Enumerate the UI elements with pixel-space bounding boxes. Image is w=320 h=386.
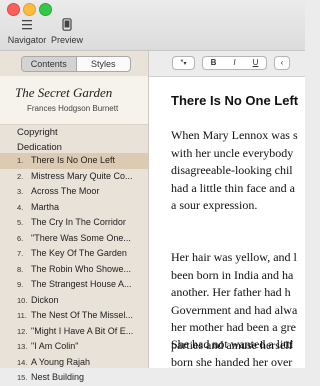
toc-chapter-number: 3. xyxy=(17,187,24,196)
toc-chapter-title: There Is No One Left xyxy=(31,155,116,165)
toc-chapter-item[interactable]: 13. "I Am Colin" xyxy=(0,339,148,355)
paragraph-style-button[interactable]: *▾ xyxy=(172,56,195,70)
toc-chapter-item[interactable]: 12. "Might I Have A Bit Of E... xyxy=(0,324,148,340)
bold-button[interactable]: B xyxy=(202,56,225,70)
toc-chapter-number: 5. xyxy=(17,218,24,227)
toc-chapter-title: Mistress Mary Quite Co... xyxy=(31,170,133,181)
toc-chapter-item[interactable]: 7. The Key Of The Garden xyxy=(0,246,148,262)
toc-chapter-item[interactable]: 6. "There Was Some One... xyxy=(0,231,148,247)
tab-contents[interactable]: Contents xyxy=(22,57,77,71)
format-bar: *▾ B I U ‹ xyxy=(149,51,305,77)
body-text-line: Her hair was yellow, and l xyxy=(171,250,297,264)
toc-chapter-number: 6. xyxy=(17,233,24,243)
navigator-sidebar: Contents Styles The Secret Garden France… xyxy=(0,51,149,382)
toc-chapter-item[interactable]: 10. Dickon xyxy=(0,293,148,309)
toc-chapter-title: A Young Rajah xyxy=(31,356,91,367)
toc-chapter-number: 8. xyxy=(17,264,24,274)
body-text-line: with her uncle everybody xyxy=(171,145,294,160)
toc-chapter-title: Dickon xyxy=(31,294,59,305)
more-formatting-button[interactable]: ‹ xyxy=(274,56,290,70)
zoom-window-button[interactable] xyxy=(39,3,52,16)
body-text-line: disagreeable-looking chil xyxy=(171,163,293,177)
toc-chapter-title: "Might I Have A Bit Of E... xyxy=(31,325,134,336)
style-dropdown-chevron-icon: ▾ xyxy=(183,61,187,67)
toc-chapter-item[interactable]: 4. Martha xyxy=(0,200,148,216)
italic-button[interactable]: I xyxy=(224,56,246,70)
close-window-button[interactable] xyxy=(7,3,20,16)
toc-chapter-item[interactable]: 2. Mistress Mary Quite Co... xyxy=(0,169,148,185)
editor-pane: *▾ B I U ‹ There Is No One Left When Mar… xyxy=(149,51,305,368)
toc-chapter-title: Martha xyxy=(31,201,60,212)
book-title: The Secret Garden xyxy=(15,85,113,100)
toc-chapter-number: 1. xyxy=(17,156,24,165)
toc-chapter-number: 11. xyxy=(17,311,27,320)
front-matter-copyright[interactable]: Copyright xyxy=(17,127,58,138)
book-header[interactable]: The Secret Garden Frances Hodgson Burnet… xyxy=(0,76,148,125)
body-text-line: been born in India and ha xyxy=(171,267,294,282)
toc-chapter-item[interactable]: 3. Across The Moor xyxy=(0,184,148,200)
toc-chapter-title: "I Am Colin" xyxy=(31,341,79,351)
underline-button[interactable]: U xyxy=(245,56,267,70)
toc-chapter-title: "There Was Some One... xyxy=(31,232,131,243)
body-text-line: When Mary Lennox was s xyxy=(171,128,298,142)
toc-chapter-number: 10. xyxy=(17,295,28,305)
toc-chapter-number: 7. xyxy=(17,249,24,258)
book-author: Frances Hodgson Burnett xyxy=(27,104,119,113)
toc-chapter-number: 9. xyxy=(17,280,24,289)
body-text-line: born she handed her over xyxy=(171,354,293,369)
toc-chapter-item[interactable]: 9. The Strangest House A... xyxy=(0,277,148,293)
preview-label: Preview xyxy=(51,35,84,45)
toc-chapter-title: The Robin Who Showe... xyxy=(31,263,132,274)
front-matter-dedication[interactable]: Dedication xyxy=(17,142,62,153)
toc-chapter-title: The Nest Of The Missel... xyxy=(31,310,133,320)
toc-chapter-number: 15. xyxy=(17,373,28,382)
navigator-label: Navigator xyxy=(7,35,47,45)
toc-chapter-number: 2. xyxy=(17,171,24,181)
preview-device-icon xyxy=(62,18,72,31)
minimize-window-button[interactable] xyxy=(23,3,36,16)
toc-chapter-item[interactable]: 15. Nest Building xyxy=(0,370,148,386)
toc-chapter-number: 13. xyxy=(17,342,28,351)
navigator-button[interactable]: Navigator xyxy=(6,18,48,45)
body-text-line: had a little thin face and a xyxy=(171,180,295,195)
body-text-line: her mother had been a gre xyxy=(171,320,296,334)
navigator-icon xyxy=(22,20,32,30)
toc-chapter-item[interactable]: 5. The Cry In The Corridor xyxy=(0,215,148,231)
tab-styles[interactable]: Styles xyxy=(77,57,131,71)
toc-chapter-title: The Strangest House A... xyxy=(31,279,132,289)
toc-chapter-title: The Key Of The Garden xyxy=(31,248,127,258)
toc-chapter-title: Nest Building xyxy=(31,372,85,382)
body-text-line: She had not wanted a littl xyxy=(171,337,294,351)
body-text-line: Government and had alwa xyxy=(171,302,298,317)
window-toolbar: Navigator Preview xyxy=(0,0,305,51)
toc-chapter-number: 12. xyxy=(17,326,28,336)
toc-chapter-number: 14. xyxy=(17,357,28,367)
chapter-heading[interactable]: There Is No One Left xyxy=(171,93,298,108)
preview-button[interactable]: Preview xyxy=(51,18,83,45)
toc-chapter-title: Across The Moor xyxy=(31,186,100,196)
chapter-list: 1. There Is No One Left 2. Mistress Mary Qu… xyxy=(0,153,148,386)
toc-chapter-title: The Cry In The Corridor xyxy=(31,217,126,227)
sidebar-segmented-control: Contents Styles xyxy=(21,56,131,72)
toc-chapter-item[interactable]: 11. The Nest Of The Missel... xyxy=(0,308,148,324)
body-text-line: a sour expression. xyxy=(171,198,258,212)
toc-chapter-number: 4. xyxy=(17,202,24,212)
body-text-line: another. Her father had h xyxy=(171,285,291,299)
toc-chapter-item[interactable]: 8. The Robin Who Showe... xyxy=(0,262,148,278)
toc-chapter-item[interactable]: 1. There Is No One Left xyxy=(0,153,148,169)
